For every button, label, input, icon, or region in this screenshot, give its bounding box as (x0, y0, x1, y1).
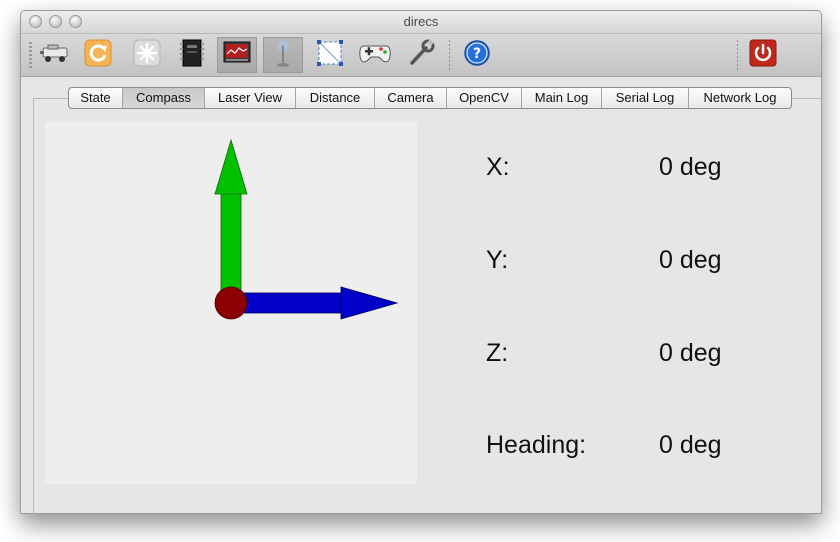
monitor-button[interactable] (217, 37, 257, 73)
x-label: X: (486, 153, 510, 181)
robot-button[interactable] (35, 37, 75, 73)
joystick-stick-icon (268, 38, 298, 73)
gamepad-button[interactable] (355, 37, 395, 73)
tab-laser-view[interactable]: Laser View (205, 88, 296, 108)
origin-sphere (214, 286, 248, 320)
monitor-icon (222, 40, 252, 71)
toolbar: ? (21, 34, 821, 77)
joystick-stick-button[interactable] (263, 37, 303, 73)
power-icon (748, 38, 778, 73)
chip-icon (179, 38, 205, 73)
z-value: 0 deg (659, 339, 722, 367)
heading-value: 0 deg (659, 431, 722, 459)
settings-button[interactable] (401, 37, 441, 73)
tab-distance[interactable]: Distance (296, 88, 375, 108)
power-button[interactable] (743, 37, 783, 73)
z-label: Z: (486, 339, 509, 367)
simulation-button[interactable] (127, 37, 167, 73)
reset-button[interactable] (78, 37, 118, 73)
robot-icon (39, 42, 71, 69)
selection-icon (315, 38, 345, 73)
window-title: direcs (403, 14, 439, 29)
title-bar: direcs (21, 11, 821, 34)
x-axis-arrow (230, 286, 399, 320)
app-window: direcs ? State Compass Laser View Distan… (20, 10, 822, 514)
tab-bar: State Compass Laser View Distance Camera… (68, 87, 792, 109)
tab-network-log[interactable]: Network Log (689, 88, 791, 108)
svg-text:?: ? (473, 46, 481, 62)
help-icon: ? (462, 38, 492, 73)
y-value: 0 deg (659, 246, 722, 274)
compass-axes (214, 138, 399, 320)
help-button[interactable]: ? (457, 37, 497, 73)
tab-main-log[interactable]: Main Log (522, 88, 602, 108)
toolbar-separator (449, 40, 450, 70)
heading-label: Heading: (486, 431, 587, 459)
main-content: State Compass Laser View Distance Camera… (21, 77, 821, 513)
toolbar-grip[interactable] (29, 42, 32, 68)
reset-icon (83, 38, 113, 73)
tab-opencv[interactable]: OpenCV (447, 88, 522, 108)
gamepad-icon (358, 40, 392, 71)
compass-view[interactable] (45, 122, 417, 484)
toolbar-separator (737, 40, 738, 70)
chip-button[interactable] (172, 37, 212, 73)
y-label: Y: (486, 246, 509, 274)
wrench-icon (406, 38, 436, 73)
tab-camera[interactable]: Camera (375, 88, 447, 108)
simulation-icon (132, 38, 162, 73)
y-axis-arrow (214, 138, 248, 304)
tab-serial-log[interactable]: Serial Log (602, 88, 689, 108)
tab-compass[interactable]: Compass (123, 88, 205, 108)
tab-state[interactable]: State (69, 88, 123, 108)
selection-button[interactable] (310, 37, 350, 73)
x-value: 0 deg (659, 153, 722, 181)
